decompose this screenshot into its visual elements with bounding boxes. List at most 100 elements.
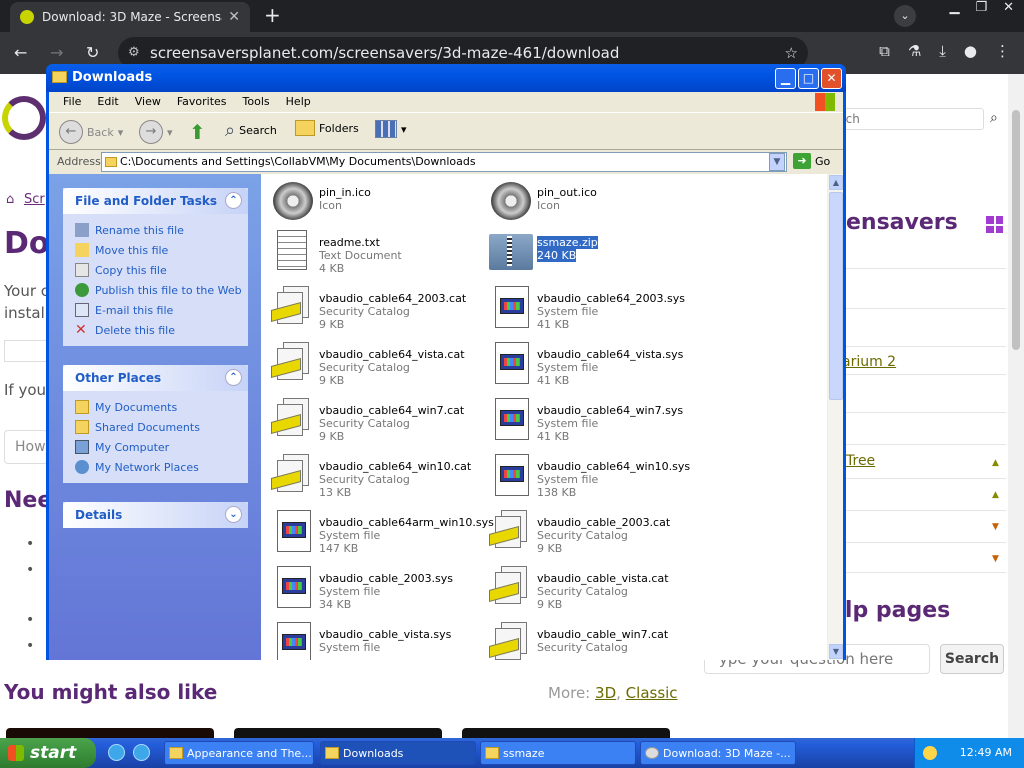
explorer-title-bar[interactable]: Downloads ▁ □ ✕	[46, 64, 846, 92]
file-item[interactable]: vbaudio_cable64_2003.cat Security Catalog…	[269, 284, 479, 334]
expand-chevron-icon[interactable]: ⌄	[225, 506, 242, 523]
extensions-icon[interactable]: ⧉	[879, 42, 890, 60]
up-folder-button[interactable]: ⬆	[189, 120, 206, 144]
file-item[interactable]: vbaudio_cable_vista.sys System file	[269, 620, 479, 660]
file-item[interactable]: vbaudio_cable_win7.cat Security Catalog	[487, 620, 697, 660]
expand-arrow-icon[interactable]: ▼	[992, 554, 999, 564]
task-email[interactable]: E-mail this file	[75, 300, 248, 320]
file-item[interactable]: readme.txt Text Document 4 KB	[269, 228, 479, 278]
start-button[interactable]: start	[0, 738, 96, 768]
more-3d-link[interactable]: 3D	[595, 684, 616, 702]
browser-tab[interactable]: Download: 3D Maze - Screensaver ✕	[10, 2, 250, 32]
menu-view[interactable]: View	[127, 92, 169, 112]
scrollbar-thumb[interactable]	[829, 192, 843, 400]
back-button[interactable]: ← Back ▾	[59, 120, 123, 144]
new-tab-icon[interactable]: +	[264, 5, 281, 25]
views-button[interactable]: ▾	[375, 120, 407, 138]
minimize-icon[interactable]: ▁	[949, 0, 959, 15]
labs-flask-icon[interactable]: ⚗	[908, 42, 921, 60]
place-my-documents[interactable]: My Documents	[75, 397, 248, 417]
file-item[interactable]: pin_out.ico Icon	[487, 178, 697, 228]
scroll-down-icon[interactable]: ▼	[829, 644, 843, 659]
task-copy[interactable]: Copy this file	[75, 260, 248, 280]
menu-help[interactable]: Help	[278, 92, 319, 112]
minimize-button[interactable]: ▁	[775, 68, 796, 89]
taskbar-item-downloads[interactable]: Downloads	[320, 741, 476, 765]
folders-button[interactable]: Folders	[295, 120, 359, 136]
file-list-scrollbar[interactable]: ▲ ▼	[827, 174, 843, 660]
suggestion-thumbnail[interactable]	[6, 728, 214, 738]
site-search-input[interactable]: rch	[836, 108, 984, 130]
file-item[interactable]: vbaudio_cable64arm_win10.sys System file 1…	[269, 508, 494, 558]
address-input[interactable]: C:\Documents and Settings\CollabVM\My Do…	[101, 152, 787, 172]
place-my-network[interactable]: My Network Places	[75, 457, 248, 477]
menu-file[interactable]: File	[55, 92, 89, 112]
place-shared-documents[interactable]: Shared Documents	[75, 417, 248, 437]
file-item[interactable]: vbaudio_cable_2003.sys System file 34 KB	[269, 564, 479, 614]
task-rename[interactable]: Rename this file	[75, 220, 248, 240]
tab-search-icon[interactable]: ⌄	[894, 5, 916, 27]
task-delete[interactable]: ✕ Delete this file	[75, 320, 248, 340]
help-search-button[interactable]: Search	[940, 644, 1004, 674]
collapse-arrow-icon[interactable]: ▲	[992, 490, 999, 500]
home-icon[interactable]: ⌂	[6, 192, 14, 207]
tree-link[interactable]: Tree	[846, 453, 875, 469]
back-icon[interactable]: ←	[14, 43, 27, 62]
restore-icon[interactable]: ❐	[975, 0, 987, 15]
file-item[interactable]: vbaudio_cable64_vista.cat Security Catalo…	[269, 340, 479, 390]
profile-icon[interactable]: ●	[964, 42, 977, 60]
internet-explorer-icon[interactable]	[108, 744, 125, 761]
file-item[interactable]: vbaudio_cable64_vista.sys System file 41 K…	[487, 340, 697, 390]
menu-favorites[interactable]: Favorites	[169, 92, 235, 112]
address-dropdown-icon[interactable]: ▼	[769, 153, 785, 171]
expand-arrow-icon[interactable]: ▼	[992, 522, 999, 532]
breadcrumb[interactable]: Scr	[24, 192, 45, 207]
dropdown-icon[interactable]: ▾	[118, 126, 124, 139]
forward-icon[interactable]: →	[50, 43, 63, 62]
scroll-up-icon[interactable]: ▲	[829, 175, 843, 190]
close-button[interactable]: ✕	[821, 68, 842, 89]
place-my-computer[interactable]: My Computer	[75, 437, 248, 457]
go-button[interactable]: ➜ Go	[793, 153, 830, 169]
file-item[interactable]: vbaudio_cable64_win10.cat Security Catalo…	[269, 452, 479, 502]
how-to-input[interactable]: How	[4, 430, 48, 464]
file-item[interactable]: vbaudio_cable_vista.cat Security Catalog 9…	[487, 564, 697, 614]
collapse-chevron-icon[interactable]: ⌃	[225, 192, 242, 209]
forward-button[interactable]: → ▾	[139, 120, 173, 144]
menu-tools[interactable]: Tools	[235, 92, 278, 112]
taskbar-item-ssmaze[interactable]: ssmaze	[480, 741, 636, 765]
file-item[interactable]: ssmaze.zip 240 KB	[487, 228, 697, 278]
file-item[interactable]: vbaudio_cable64_win7.sys System file 41 KB	[487, 396, 697, 446]
maximize-button[interactable]: □	[798, 68, 819, 89]
task-publish[interactable]: Publish this file to the Web	[75, 280, 248, 300]
search-button[interactable]: ⌕ Search	[225, 120, 277, 141]
file-item[interactable]: vbaudio_cable64_win10.sys System file 138 …	[487, 452, 697, 502]
file-item[interactable]: vbaudio_cable64_2003.sys System file 41 KB	[487, 284, 697, 334]
file-item[interactable]: vbaudio_cable64_win7.cat Security Catalog…	[269, 396, 479, 446]
tray-icon[interactable]	[923, 746, 937, 760]
taskbar-item-browser[interactable]: Download: 3D Maze -...	[640, 741, 796, 765]
browser-quicklaunch-icon[interactable]	[133, 744, 150, 761]
collapse-chevron-icon[interactable]: ⌃	[225, 369, 242, 386]
close-window-icon[interactable]: ✕	[1003, 0, 1014, 15]
taskbar-item-appearance[interactable]: Appearance and The...	[164, 741, 314, 765]
menu-edit[interactable]: Edit	[89, 92, 126, 112]
reload-icon[interactable]: ↻	[86, 43, 99, 62]
file-item[interactable]: pin_in.ico Icon	[269, 178, 479, 228]
other-places-header[interactable]: Other Places ⌃	[63, 365, 248, 391]
search-icon[interactable]: ⌕	[990, 110, 998, 126]
download-icon[interactable]: ⤓	[939, 42, 946, 60]
more-classic-link[interactable]: Classic	[626, 684, 678, 702]
suggestion-thumbnail[interactable]	[234, 728, 442, 738]
suggestion-thumbnail[interactable]	[462, 728, 670, 738]
close-tab-icon[interactable]: ✕	[228, 9, 240, 25]
collapse-arrow-icon[interactable]: ▲	[992, 458, 999, 468]
details-header[interactable]: Details ⌄	[63, 502, 248, 528]
dropdown-icon[interactable]: ▾	[167, 126, 173, 139]
aquarium-link[interactable]: arium 2	[842, 354, 896, 370]
page-scrollbar-thumb[interactable]	[1012, 110, 1020, 350]
menu-kebab-icon[interactable]: ⋮	[995, 42, 1010, 60]
task-move[interactable]: Move this file	[75, 240, 248, 260]
file-folder-tasks-header[interactable]: File and Folder Tasks ⌃	[63, 188, 248, 214]
site-logo[interactable]	[2, 96, 46, 140]
